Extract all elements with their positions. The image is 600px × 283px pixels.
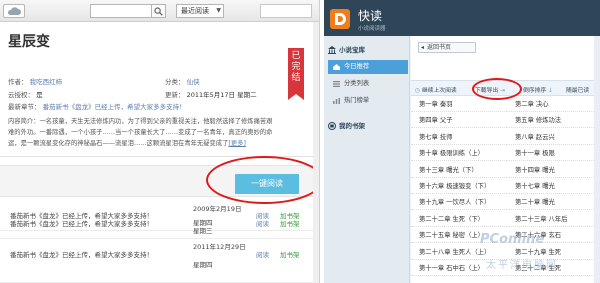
reverse-sort-button[interactable]: 倒序排序 ↓: [523, 85, 553, 94]
highlight-circle: [472, 78, 522, 100]
sidebar-section-label: 小说宝库: [339, 46, 365, 54]
search-icon: [154, 7, 163, 16]
sidebar-item-categories[interactable]: 分类列表: [328, 77, 408, 91]
scrollbar[interactable]: [594, 36, 600, 283]
cloud-auth-value: 是: [36, 91, 43, 99]
sidebar: 小说宝库 今日推荐 分类列表 热门榜单 我的书架: [324, 36, 410, 283]
list-icon: [333, 81, 340, 87]
d-logo-icon: [335, 13, 346, 25]
sidebar-item-today[interactable]: 今日推荐: [328, 60, 408, 74]
arrow-down-icon: ↓: [548, 88, 553, 94]
cloud-auth-label: 云授权：: [8, 91, 34, 99]
chapter-item[interactable]: 第十九章 一饮尽人（下）: [411, 196, 507, 211]
top-toolbar: 最近阅读 ▼: [0, 0, 319, 22]
recent-read-button[interactable]: 随最已读: [566, 85, 589, 94]
bookshelf-icon: [328, 122, 336, 130]
row-read-link[interactable]: 阅读: [256, 249, 269, 259]
app-subtitle: 小说阅读器: [358, 26, 386, 32]
sidebar-item-label: 今日推荐: [344, 63, 370, 70]
category-label: 分类：: [165, 78, 185, 86]
row-text: 番茄新书《盘龙》已经上传，希望大家多多支持！: [10, 220, 153, 228]
home-icon: [333, 64, 340, 70]
chapter-item[interactable]: 第二十二章 生死（下）: [411, 213, 507, 227]
arrow-left-icon: ◂: [421, 44, 425, 51]
chapter-item[interactable]: 第一章 秦羽: [411, 98, 507, 112]
sidebar-item-label: 分类列表: [344, 80, 370, 87]
list-item: 番茄新书《盘龙》已经上传，希望大家多多支持！ 2011年12月29日 星期四 阅…: [0, 239, 319, 283]
author-label: 作者：: [8, 78, 28, 86]
sidebar-item-hot[interactable]: 热门榜单: [328, 94, 408, 108]
row-week: 星期四: [193, 261, 213, 269]
clock-icon: ◷: [415, 88, 421, 94]
intro-label: 内容简介：: [8, 118, 40, 125]
cloud-icon: [7, 7, 21, 15]
list-item: 番茄新书《盘龙》已经上传，希望大家多多支持！ 星期三 阅读 加书架: [0, 218, 319, 239]
row-date: 2011年12月29日: [193, 243, 246, 251]
search-button[interactable]: [152, 4, 166, 18]
sidebar-section-label: 我的书架: [339, 122, 365, 130]
chapter-item[interactable]: 第四章 父子: [411, 114, 507, 129]
back-to-book-button[interactable]: ◂ 返回书页: [418, 42, 476, 53]
app-logo: [330, 9, 350, 29]
update-label: 更新：: [165, 91, 185, 99]
continue-reading-button[interactable]: ◷ 继续上次阅读: [415, 85, 457, 94]
cloud-auth-field: 云授权： 是: [8, 89, 43, 99]
author-link[interactable]: 我吃西红柿: [30, 78, 63, 86]
book-title: 星辰变: [8, 34, 50, 50]
author-field: 作者： 我吃西红柿: [8, 76, 62, 86]
status-badge: 已完结: [288, 48, 304, 100]
scrollbar[interactable]: [313, 22, 319, 283]
chapter-item[interactable]: 第二章 决心: [507, 98, 594, 112]
category-field: 分类： 仙侠: [165, 76, 200, 86]
recent-read-label: 随最已读: [566, 88, 590, 94]
latest-chapter-field: 最新章节： 番茄新书《盘龙》已经上传，希望大家多多支持！: [8, 101, 186, 111]
toolbar-box: [260, 4, 312, 18]
sidebar-section-treasury[interactable]: 小说宝库: [328, 44, 365, 54]
latest-chapter-label: 最新章节：: [8, 103, 41, 111]
chapter-item[interactable]: 第十章 极限训练（上）: [411, 147, 507, 162]
chapter-item[interactable]: 第二十三章 八年后: [507, 213, 594, 227]
library-icon: [328, 46, 336, 54]
recent-reading-label: 最近阅读: [181, 7, 209, 15]
book-detail-window: 最近阅读 ▼ 星辰变 作者： 我吃西红柿 分类： 仙侠 云授权： 是 更新： 2…: [0, 0, 320, 283]
chapter-item[interactable]: 第十一章 极限: [507, 147, 594, 162]
latest-chapter-link[interactable]: 番茄新书《盘龙》已经上传，希望大家多多支持！: [43, 103, 186, 111]
chevron-down-icon: ▼: [216, 7, 221, 14]
chapter-item[interactable]: 第十六章 极速锻变（下）: [411, 180, 507, 194]
row-add-shelf-link[interactable]: 加书架: [280, 249, 300, 259]
recent-reading-dropdown[interactable]: 最近阅读 ▼: [176, 4, 224, 18]
continue-reading-label: 继续上次阅读: [421, 88, 457, 94]
chapter-item[interactable]: 第七章 技师: [411, 131, 507, 145]
back-button-label: 返回书页: [427, 44, 452, 51]
watermark: PConline: [480, 232, 545, 247]
update-field: 更新： 2011年5月17日 星期二: [165, 89, 257, 99]
chapter-item[interactable]: 第八章 赵云兴: [507, 131, 594, 145]
row-date: 2009年2月19日: [193, 205, 242, 213]
chapter-item[interactable]: 第十三章 曙光（下）: [411, 164, 507, 178]
chapter-item[interactable]: 第十七章 曙光: [507, 180, 594, 194]
reverse-sort-label: 倒序排序: [523, 88, 547, 94]
cloud-button[interactable]: [3, 4, 25, 18]
row-read-link[interactable]: 阅读: [256, 218, 269, 228]
row-add-shelf-link[interactable]: 加书架: [280, 218, 300, 228]
search-input[interactable]: [90, 4, 152, 18]
reader-app-window: 快读 小说阅读器 小说宝库 今日推荐 分类列表 热门榜单 我的书架 ◂ 返回书页…: [324, 0, 600, 283]
book-intro: 内容简介：一名孩童，天生无法修炼内功，为了得到父亲的重视关注，他毅然选择了修炼痛…: [8, 116, 278, 149]
chapter-item[interactable]: 第五章 修炼功法: [507, 114, 594, 129]
update-value: 2011年5月17日 星期二: [186, 91, 257, 99]
more-link[interactable]: [更多]: [228, 140, 246, 147]
sidebar-section-shelf[interactable]: 我的书架: [328, 120, 365, 130]
row-text: 番茄新书《盘龙》已经上传，希望大家多多支持！: [10, 251, 153, 259]
sidebar-item-label: 热门榜单: [344, 97, 370, 104]
watermark-subtitle: 太平洋电脑网: [486, 260, 558, 271]
chapter-item[interactable]: 第十四章 曙光: [507, 164, 594, 178]
category-link[interactable]: 仙侠: [187, 78, 200, 86]
app-title: 快读: [358, 9, 383, 23]
chapter-item[interactable]: 第二十章 曙光: [507, 196, 594, 211]
row-week: 星期三: [193, 227, 213, 235]
app-header: 快读 小说阅读器: [324, 0, 600, 36]
chart-icon: [333, 98, 340, 104]
